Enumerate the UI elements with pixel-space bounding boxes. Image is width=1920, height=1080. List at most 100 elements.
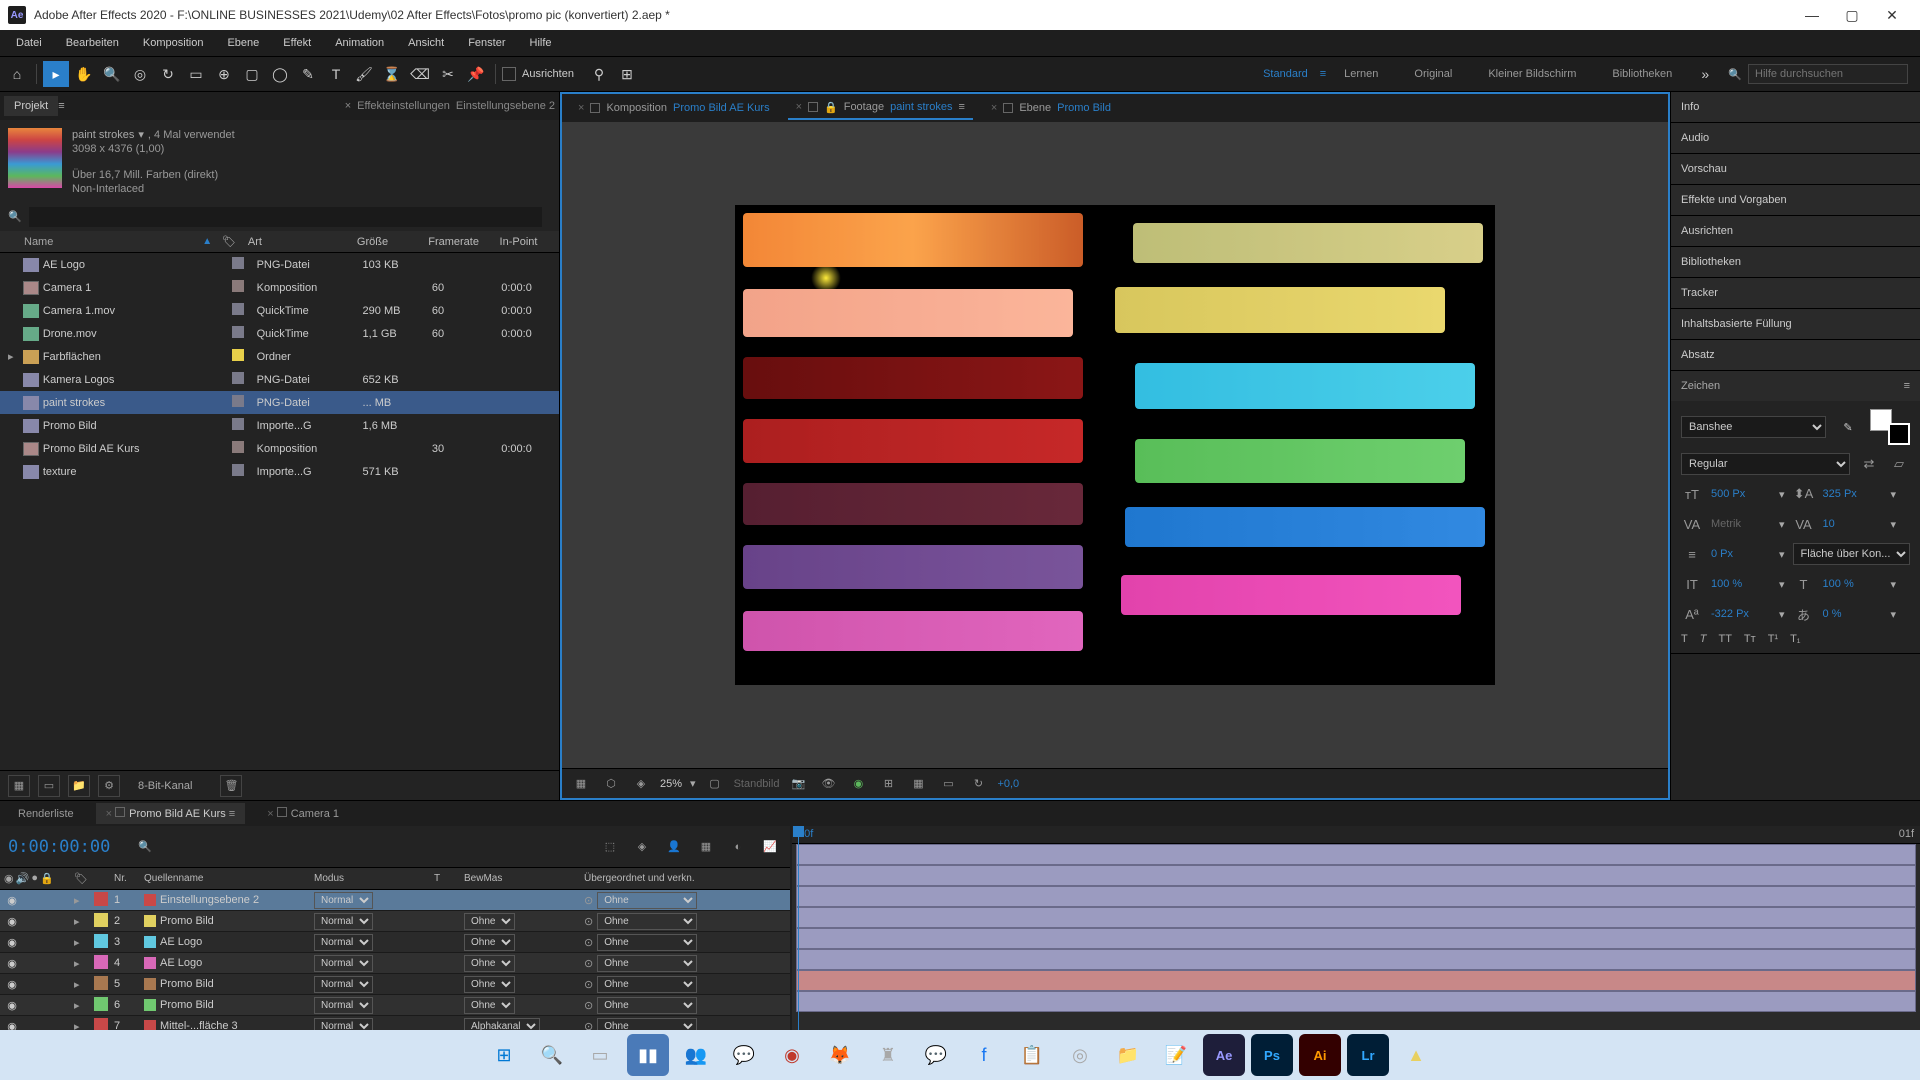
stroke-dropdown[interactable]: ▾ (1779, 548, 1785, 561)
font-size-value[interactable]: 500 Px (1711, 488, 1771, 500)
draft3d-button[interactable]: ◈ (630, 835, 654, 859)
layer-row[interactable]: ◉▸5Promo BildNormalOhne⊙Ohne (0, 974, 790, 995)
project-row[interactable]: textureImporte...G571 KB (0, 460, 559, 483)
viewer-tab[interactable]: ×KompositionPromo Bild AE Kurs (570, 98, 778, 118)
layer-row[interactable]: ◉▸6Promo BildNormalOhne⊙Ohne (0, 995, 790, 1016)
menu-animation[interactable]: Animation (325, 33, 394, 53)
menu-fenster[interactable]: Fenster (458, 33, 515, 53)
asset-dropdown-icon[interactable]: ▾ (138, 128, 144, 141)
project-row[interactable]: Promo Bild AE KursKomposition300:00:0 (0, 437, 559, 460)
project-row[interactable]: AE LogoPNG-Datei103 KB (0, 253, 559, 276)
subscript-button[interactable]: T₁ (1790, 633, 1800, 645)
leading-dropdown[interactable]: ▾ (1891, 488, 1897, 501)
snap-grid[interactable]: ⊞ (614, 61, 640, 87)
solo-col-icon[interactable]: ● (31, 872, 38, 885)
project-row[interactable]: Camera 1Komposition600:00:0 (0, 276, 559, 299)
timeline-tab[interactable]: Renderliste (8, 804, 84, 824)
col-parent[interactable]: Übergeordnet und verkn. (584, 873, 744, 884)
panel-header-info[interactable]: Info (1671, 92, 1920, 122)
explorer-taskbar[interactable]: ▮▮ (627, 1034, 669, 1076)
shape-tool[interactable]: ▢ (239, 61, 265, 87)
notepad-taskbar[interactable]: 📝 (1155, 1034, 1197, 1076)
timeline-tab[interactable]: × Camera 1 (257, 803, 349, 824)
zoom-dropdown-icon[interactable]: ▾ (690, 777, 696, 790)
panel-header-inhaltsbasierte-füllung[interactable]: Inhaltsbasierte Füllung (1671, 309, 1920, 339)
timecode[interactable]: 0:00:00:00 (8, 837, 110, 857)
audio-col-icon[interactable]: 🔊 (16, 872, 30, 885)
zeichen-menu-icon[interactable]: ≡ (1904, 380, 1910, 392)
col-trkmat[interactable]: BewMas (464, 873, 584, 884)
text-tool[interactable]: T (323, 61, 349, 87)
roto-tool[interactable]: ✂ (435, 61, 461, 87)
help-search-input[interactable] (1748, 64, 1908, 84)
app2-taskbar[interactable]: ♜ (867, 1034, 909, 1076)
home-tool[interactable]: ⌂ (4, 61, 30, 87)
ellipse-tool[interactable]: ◯ (267, 61, 293, 87)
res-button[interactable]: ◈ (630, 773, 652, 795)
hand-tool[interactable]: ✋ (71, 61, 97, 87)
panel-header-effekte-und-vorgaben[interactable]: Effekte und Vorgaben (1671, 185, 1920, 215)
track-bar[interactable] (796, 844, 1916, 865)
col-name[interactable]: Name▲ (24, 236, 222, 248)
messenger-taskbar[interactable]: 💬 (915, 1034, 957, 1076)
app4-taskbar[interactable]: ▲ (1395, 1034, 1437, 1076)
trash-button[interactable]: 🗑 (220, 775, 242, 797)
task-view[interactable]: ▭ (579, 1034, 621, 1076)
workspace-kleiner bildschirm[interactable]: Kleiner Bildschirm (1470, 68, 1594, 80)
graph-editor-button[interactable]: 📈 (758, 835, 782, 859)
brush-tool[interactable]: 🖌 (351, 61, 377, 87)
panel-header-bibliotheken[interactable]: Bibliotheken (1671, 247, 1920, 277)
panel-header-absatz[interactable]: Absatz (1671, 340, 1920, 370)
project-row[interactable]: Kamera LogosPNG-Datei652 KB (0, 368, 559, 391)
col-source-name[interactable]: Quellenname (144, 873, 314, 884)
col-nr[interactable]: Nr. (114, 873, 144, 884)
ae-taskbar[interactable]: Ae (1203, 1034, 1245, 1076)
workspace-bibliotheken[interactable]: Bibliotheken (1594, 68, 1690, 80)
time-offset[interactable]: +0,0 (997, 778, 1019, 790)
col-inpoint[interactable]: In-Point (500, 236, 559, 248)
minimize-button[interactable]: — (1792, 0, 1832, 30)
snap-checkbox[interactable] (502, 67, 516, 81)
tracking-value[interactable]: 10 (1823, 518, 1883, 530)
swap-icon[interactable]: ⇄ (1858, 453, 1880, 475)
project-tab-menu[interactable]: ≡ (58, 100, 64, 112)
timeline-search-icon[interactable]: 🔍 (138, 840, 152, 853)
size-dropdown[interactable]: ▾ (1779, 488, 1785, 501)
nofill-icon[interactable]: ▱ (1888, 453, 1910, 475)
layer-row[interactable]: ◉▸4AE LogoNormalOhne⊙Ohne (0, 953, 790, 974)
eyedropper-icon[interactable]: ✎ (1834, 413, 1862, 441)
tracking-dropdown[interactable]: ▾ (1891, 518, 1897, 531)
rotate-tool[interactable]: ↻ (155, 61, 181, 87)
zoom-value[interactable]: 25% (660, 778, 682, 790)
menu-hilfe[interactable]: Hilfe (520, 33, 562, 53)
comp-flowchart-button[interactable]: ⬚ (598, 835, 622, 859)
teams-taskbar[interactable]: 👥 (675, 1034, 717, 1076)
anchor-tool[interactable]: ⊕ (211, 61, 237, 87)
interpret-footage-button[interactable]: ▦ (8, 775, 30, 797)
allcaps-button[interactable]: TT (1718, 633, 1731, 645)
vscale-value[interactable]: 100 % (1711, 578, 1771, 590)
fill-stroke-swatch[interactable] (1870, 409, 1910, 445)
start-button[interactable]: ⊞ (483, 1034, 525, 1076)
workspace-more[interactable]: » (1692, 61, 1718, 87)
baseline-dropdown[interactable]: ▾ (1779, 608, 1785, 621)
workspace-lernen[interactable]: Lernen (1326, 68, 1396, 80)
project-row[interactable]: Promo BildImporte...G1,6 MB (0, 414, 559, 437)
show-snapshot-button[interactable]: 👁 (817, 773, 839, 795)
close-button[interactable]: ✕ (1872, 0, 1912, 30)
font-family-select[interactable]: Banshee (1681, 416, 1826, 438)
track-bar[interactable] (796, 928, 1916, 949)
stroke-value[interactable]: 0 Px (1711, 548, 1771, 560)
new-folder-button[interactable]: 📁 (68, 775, 90, 797)
files-taskbar[interactable]: 📁 (1107, 1034, 1149, 1076)
layer-row[interactable]: ◉▸2Promo BildNormalOhne⊙Ohne (0, 911, 790, 932)
project-search-input[interactable] (29, 207, 542, 227)
layer-row[interactable]: ◉▸1Einstellungsebene 2Normal⊙Ohne (0, 890, 790, 911)
refresh-button[interactable]: ↻ (967, 773, 989, 795)
menu-ebene[interactable]: Ebene (217, 33, 269, 53)
adjust-button[interactable]: ⚙ (98, 775, 120, 797)
panel-header-audio[interactable]: Audio (1671, 123, 1920, 153)
ps-taskbar[interactable]: Ps (1251, 1034, 1293, 1076)
col-t[interactable]: T (434, 873, 464, 884)
hscale-value[interactable]: 100 % (1823, 578, 1883, 590)
